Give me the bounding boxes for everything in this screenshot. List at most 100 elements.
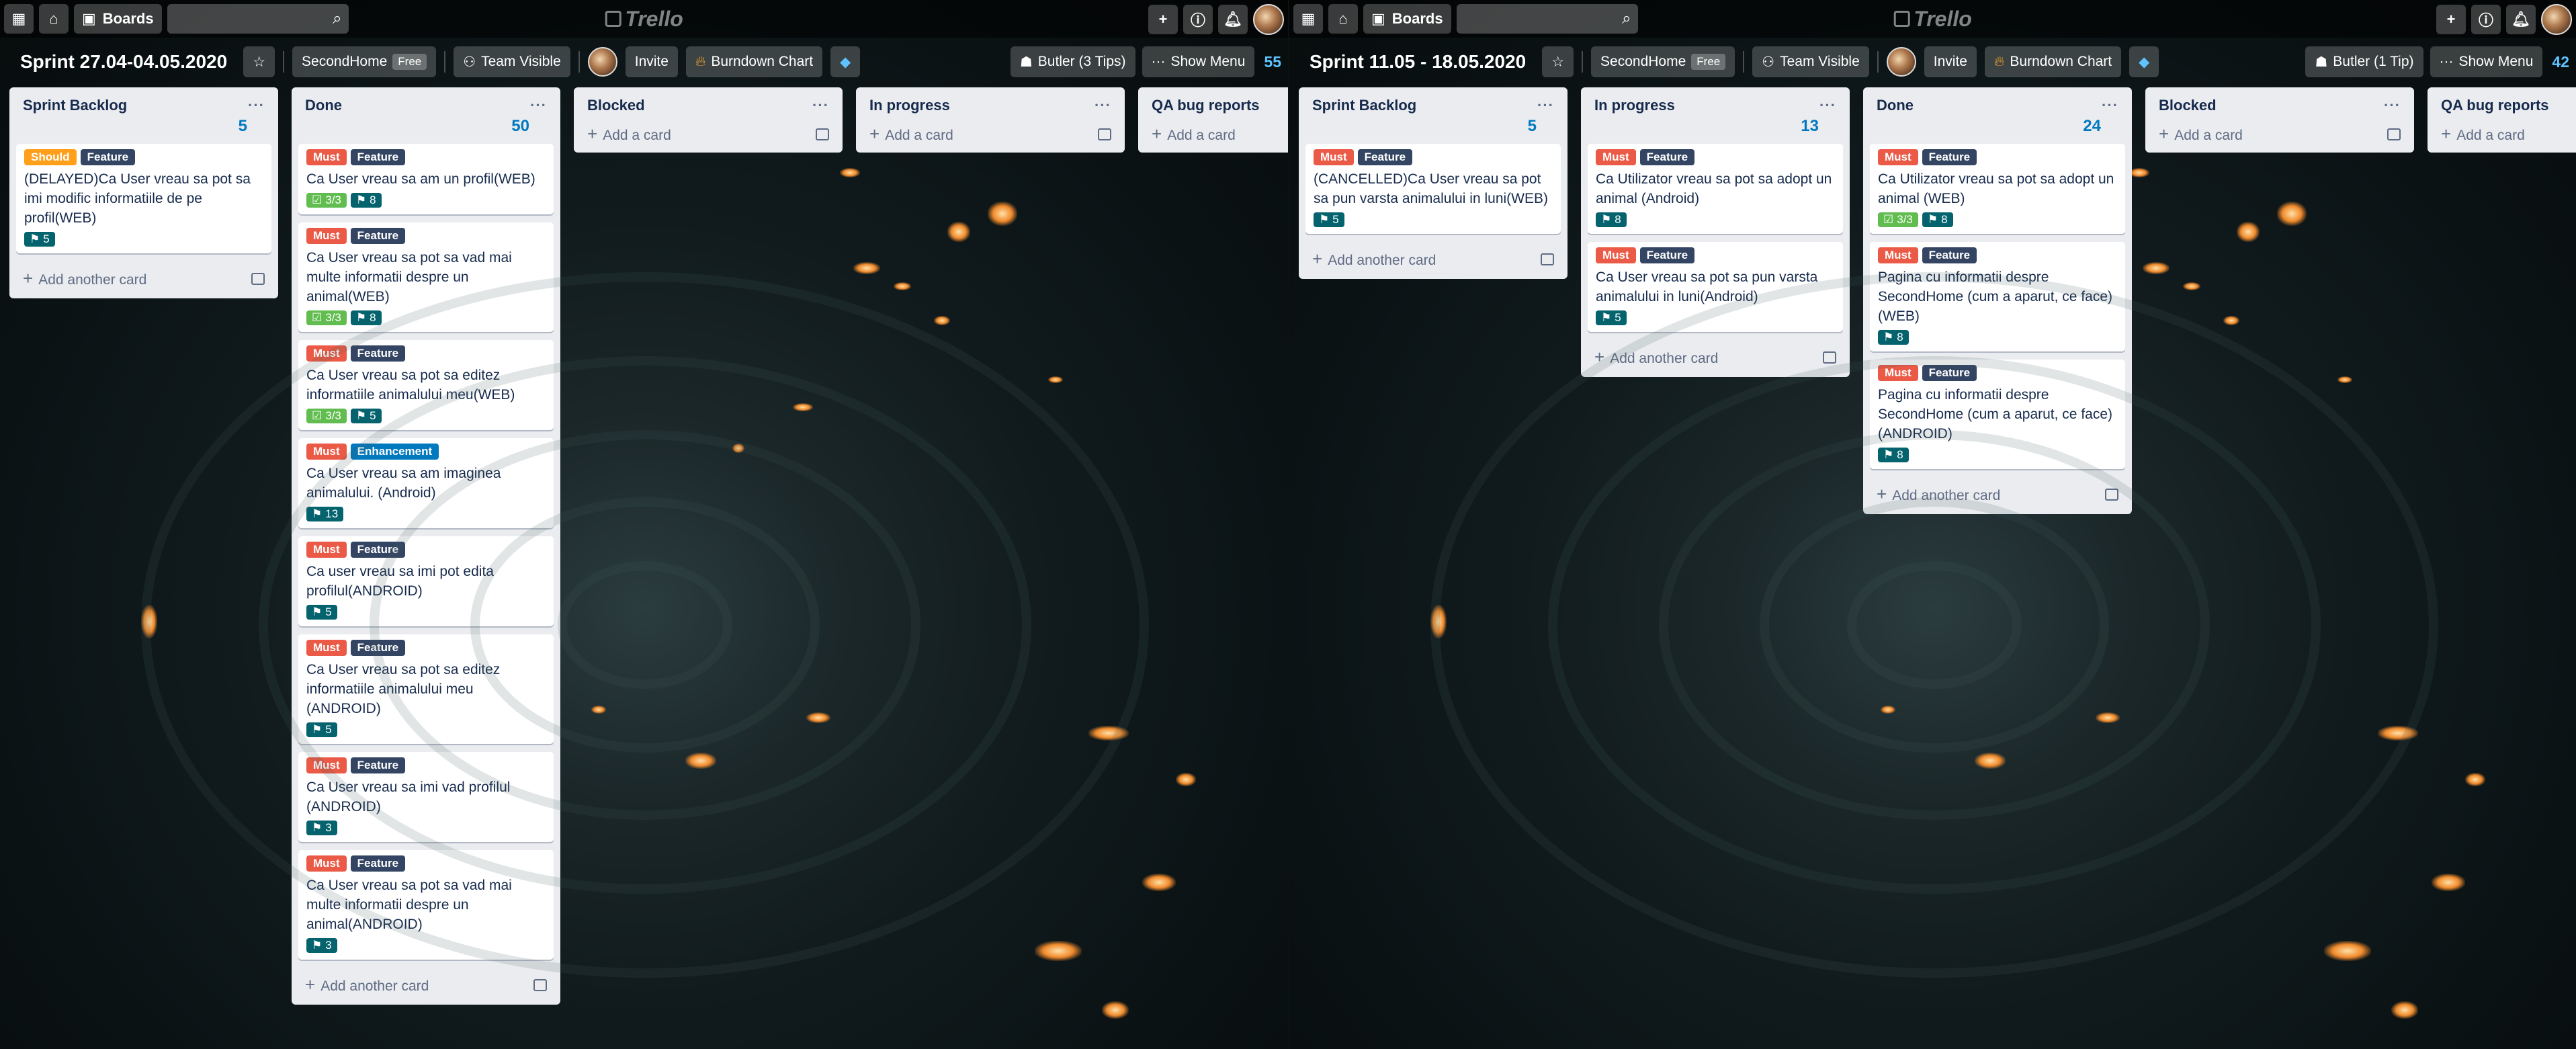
notifications-button[interactable]: 🔔︎ [2506,5,2536,34]
list-title[interactable]: Sprint Backlog [23,97,127,114]
card[interactable]: Must Feature Ca User vreau sa imi vad prof… [298,752,554,842]
info-button[interactable]: ⓘ [1183,5,1213,34]
list-title[interactable]: Done [305,97,342,114]
card-label[interactable]: Feature [350,855,406,872]
card-label[interactable]: Feature [350,757,406,773]
add-card-button[interactable]: + Add another card [1877,484,2000,505]
list-menu-button[interactable]: ··· [2102,97,2118,114]
add-card-button[interactable]: + Add a card [2441,124,2525,144]
card[interactable]: Must Feature Ca User vreau sa pot sa vad m… [298,850,554,960]
create-button[interactable]: + [1148,5,1178,34]
card[interactable]: Must Feature (CANCELLED)Ca User vreau sa p… [1305,144,1561,234]
board-title[interactable]: Sprint 27.04-04.05.2020 [9,51,235,73]
card-label[interactable]: Must [1314,149,1354,165]
card[interactable]: Must Feature Ca user vreau sa imi pot edit… [298,536,554,626]
card-label[interactable]: Must [1878,365,1918,381]
card-label[interactable]: Feature [1922,247,1977,263]
add-card-button[interactable]: + Add a card [1152,124,1236,144]
card-label[interactable]: Must [1878,247,1918,263]
card-template-icon[interactable] [2105,488,2118,501]
card[interactable]: Must Feature Ca User vreau sa am un profil… [298,144,554,214]
card[interactable]: Should Feature (DELAYED)Ca User vreau sa p… [16,144,271,253]
add-card-button[interactable]: + Add another card [1312,249,1436,269]
trello-logo[interactable]: Trello [1893,7,1972,32]
list-menu-button[interactable]: ··· [248,97,265,114]
boards-button[interactable]: ▣ Boards [74,4,162,34]
card-label[interactable]: Must [306,444,347,460]
create-button[interactable]: + [2436,5,2466,34]
list-title[interactable]: Sprint Backlog [1312,97,1416,114]
add-card-button[interactable]: + Add another card [1594,347,1718,368]
home-button[interactable]: ⌂ [39,4,69,34]
search-input[interactable]: ⌕ [1456,4,1638,34]
card[interactable]: Must Feature Ca Utilizator vreau sa pot sa… [1870,144,2125,234]
card-label[interactable]: Must [306,757,347,773]
user-avatar[interactable] [2541,4,2572,35]
apps-menu-button[interactable]: ▦ [4,4,34,34]
butler-button[interactable]: ☗ Butler (1 Tip) [2305,46,2423,77]
card-template-icon[interactable] [1823,351,1836,364]
invite-button[interactable]: Invite [625,46,678,77]
card-label[interactable]: Feature [350,228,406,244]
card[interactable]: Must Feature Pagina cu informatii despre S… [1870,242,2125,351]
card-label[interactable]: Feature [1922,365,1977,381]
burndown-chart-button[interactable]: 🔥︎ Burndown Chart [685,46,823,77]
list-title[interactable]: In progress [869,97,950,114]
visibility-button[interactable]: ⚇ Team Visible [454,46,570,77]
card[interactable]: Must Feature Ca User vreau sa pot sa pun v… [1588,242,1843,332]
card[interactable]: Must Enhancement Ca User vreau sa am imagi… [298,438,554,528]
trello-logo[interactable]: Trello [605,7,683,32]
card[interactable]: Must Feature Ca User vreau sa pot sa edite… [298,340,554,430]
list-menu-button[interactable]: ··· [530,97,547,114]
add-card-button[interactable]: + Add a card [587,124,671,144]
card-label[interactable]: Must [306,345,347,362]
list-title[interactable]: QA bug reports [2441,97,2549,114]
card[interactable]: Must Feature Pagina cu informatii despre S… [1870,360,2125,469]
list-title[interactable]: Blocked [2159,97,2217,114]
visibility-button[interactable]: ⚇ Team Visible [1752,46,1869,77]
add-card-button[interactable]: + Add another card [305,974,429,995]
card-template-icon[interactable] [251,272,265,285]
team-button[interactable]: SecondHome Free [292,46,437,77]
card-label[interactable]: Feature [1922,149,1977,165]
boards-button[interactable]: ▣ Boards [1363,4,1451,34]
card-label[interactable]: Must [306,149,347,165]
card-template-icon[interactable] [533,978,547,991]
member-avatar[interactable] [1886,47,1916,77]
team-button[interactable]: SecondHome Free [1591,46,1735,77]
card-label[interactable]: Must [306,542,347,558]
list-menu-button[interactable]: ··· [1819,97,1836,114]
add-card-button[interactable]: + Add a card [869,124,953,144]
card-label[interactable]: Feature [80,149,136,165]
powerup-icon-button[interactable]: ◆ [2129,46,2159,77]
card-label[interactable]: Enhancement [350,444,439,460]
card-label[interactable]: Feature [1639,149,1695,165]
notifications-button[interactable]: 🔔︎ [1218,5,1248,34]
invite-button[interactable]: Invite [1924,46,1977,77]
card-label[interactable]: Must [1878,149,1918,165]
butler-button[interactable]: ☗ Butler (3 Tips) [1010,46,1135,77]
card[interactable]: Must Feature Ca Utilizator vreau sa pot sa… [1588,144,1843,234]
card-label[interactable]: Must [306,855,347,872]
list-title[interactable]: Done [1877,97,1914,114]
list-title[interactable]: QA bug reports [1152,97,1260,114]
card-label[interactable]: Feature [350,345,406,362]
show-menu-button[interactable]: ··· Show Menu [1142,46,1255,77]
list-menu-button[interactable]: ··· [1094,97,1111,114]
card-template-icon[interactable] [816,128,829,140]
board-title[interactable]: Sprint 11.05 - 18.05.2020 [1299,51,1534,73]
card-label[interactable]: Must [306,640,347,656]
burndown-chart-button[interactable]: 🔥︎ Burndown Chart [1984,46,2122,77]
card-label[interactable]: Feature [350,149,406,165]
star-button[interactable]: ☆ [1542,46,1574,77]
add-card-button[interactable]: + Add a card [2159,124,2243,144]
list-menu-button[interactable]: ··· [2384,97,2401,114]
show-menu-button[interactable]: ··· Show Menu [2430,46,2543,77]
card-label[interactable]: Should [24,149,77,165]
card-template-icon[interactable] [1098,128,1111,140]
star-button[interactable]: ☆ [243,46,275,77]
card-template-icon[interactable] [1541,253,1554,265]
card-label[interactable]: Feature [350,640,406,656]
card[interactable]: Must Feature Ca User vreau sa pot sa edite… [298,634,554,744]
member-avatar[interactable] [587,47,617,77]
